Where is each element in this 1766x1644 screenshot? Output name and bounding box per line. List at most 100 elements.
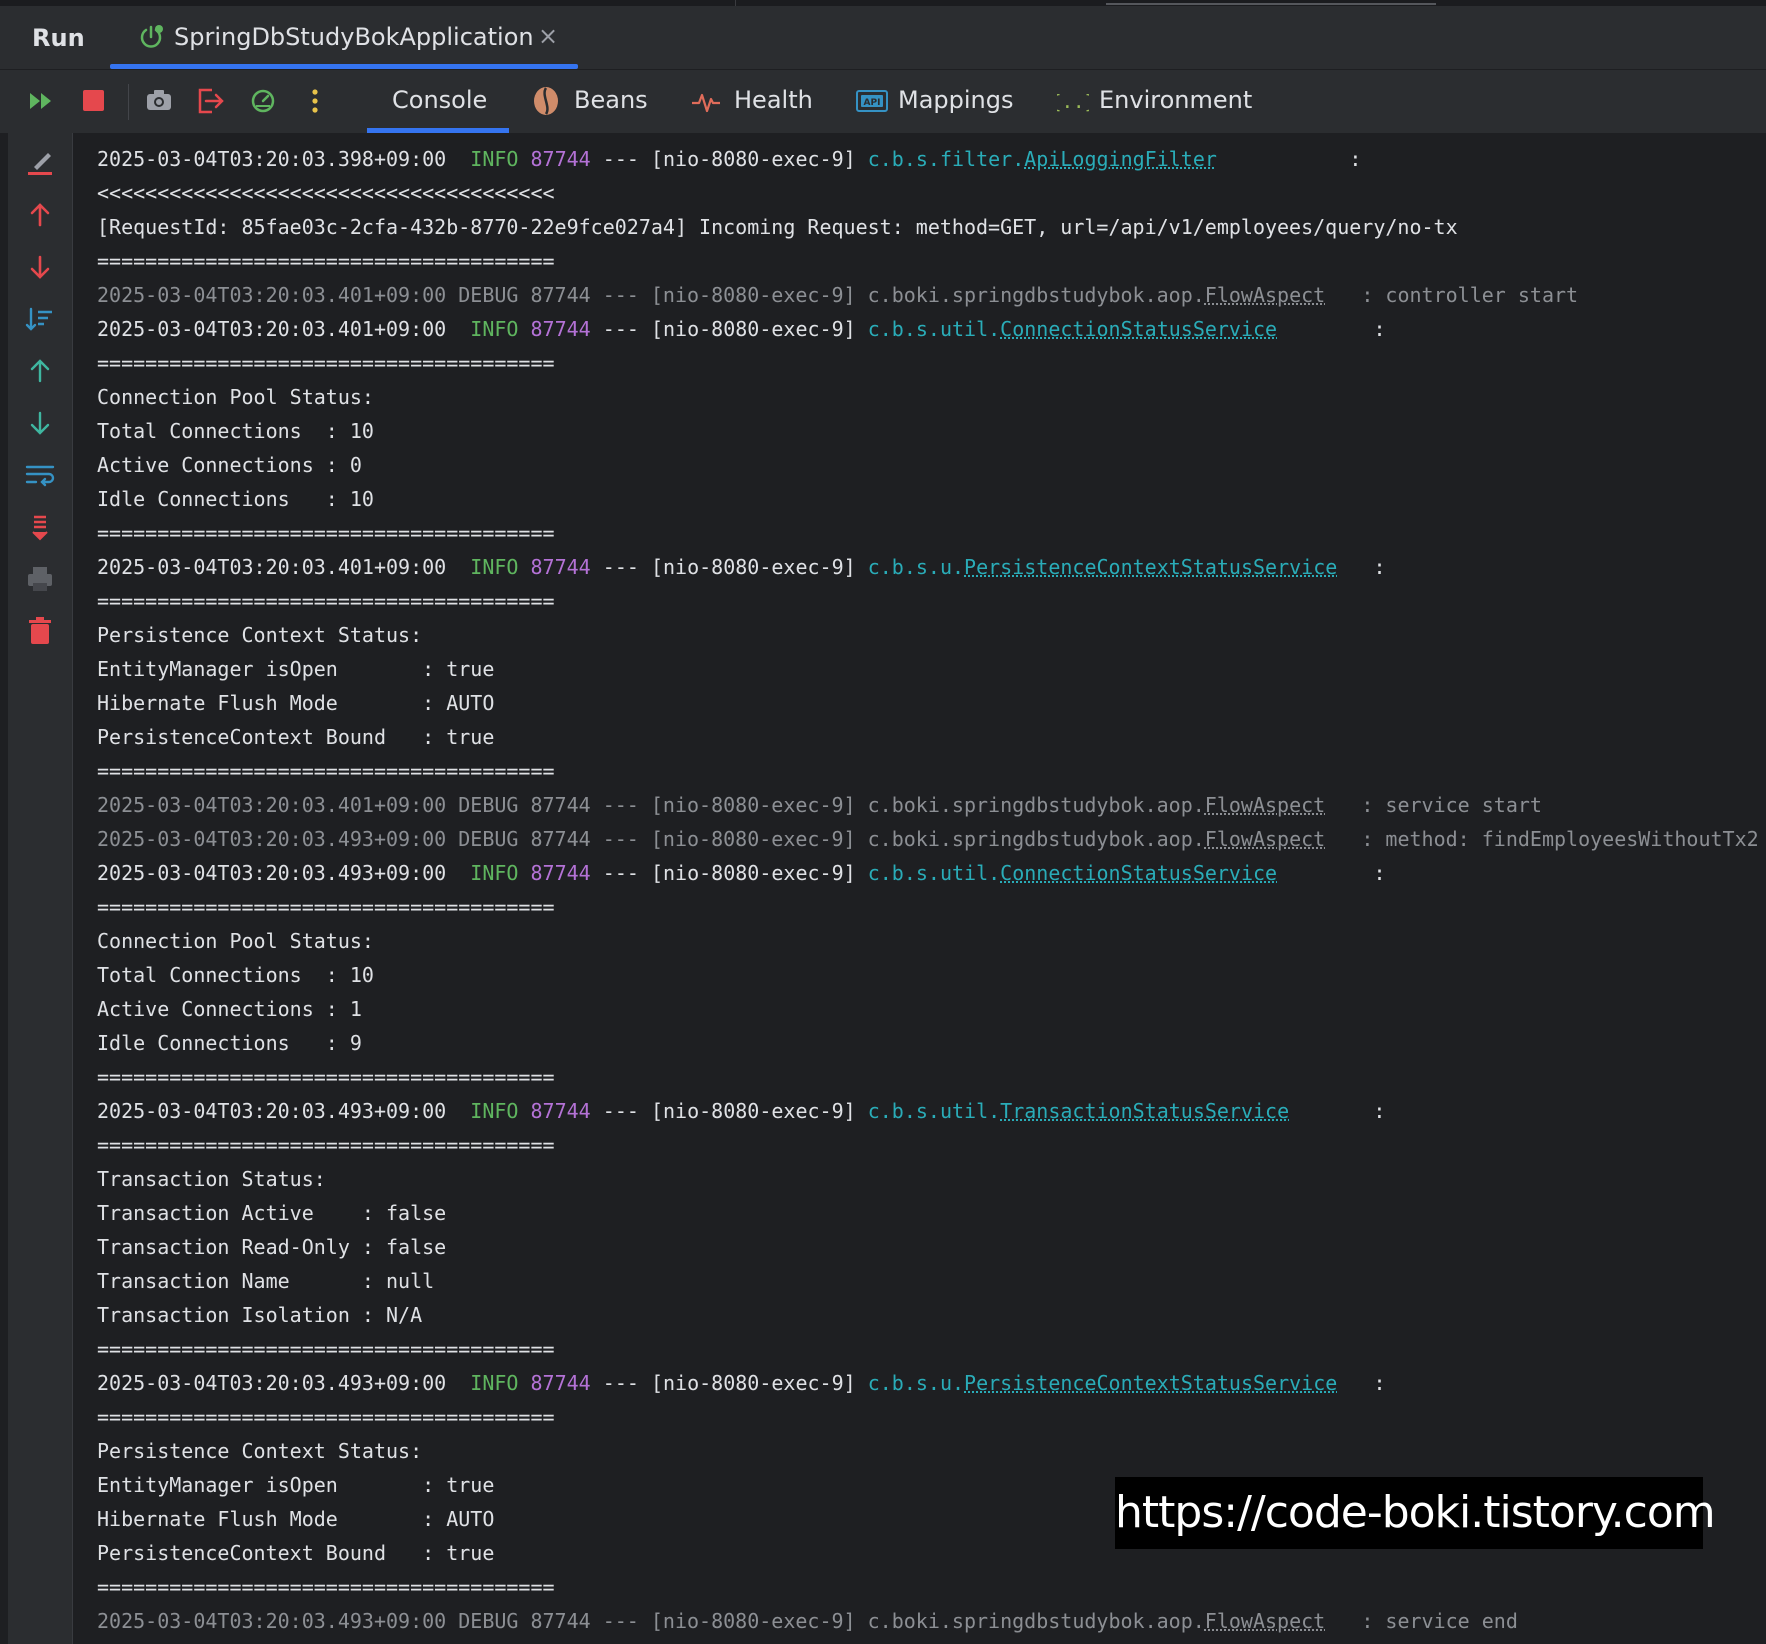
logger-class: ConnectionStatusService: [1000, 317, 1278, 341]
log-timestamp: 2025-03-04T03:20:03.401+09:00: [97, 555, 447, 579]
log-padding: [1337, 1371, 1361, 1395]
scroll-to-end-icon[interactable]: [24, 511, 56, 543]
stop-icon[interactable]: [78, 84, 112, 118]
beans-icon: [534, 87, 558, 115]
log-separator: ---: [590, 1371, 651, 1395]
console-line: Transaction Active : false: [97, 1201, 447, 1225]
performance-icon[interactable]: [246, 84, 280, 118]
logger-class: FlowAspect: [1204, 1609, 1326, 1633]
log-separator: ---: [590, 555, 651, 579]
soft-wrap-icon[interactable]: [24, 459, 56, 491]
tab-environment[interactable]: {..} Environment: [1057, 70, 1252, 133]
run-panel-title: Run: [32, 24, 85, 52]
run-tab-bar: Run SpringDbStudyBokApplication ×: [0, 6, 1766, 70]
trash-icon[interactable]: [24, 615, 56, 647]
logger-class: FlowAspect: [1204, 283, 1326, 307]
logger-package: c.b.s.u.: [867, 555, 965, 579]
console-line: ======================================: [97, 1337, 555, 1361]
console-output[interactable]: 2025-03-04T03:20:03.398+09:00 INFO 87744…: [73, 133, 1766, 1644]
log-message: :: [1361, 861, 1386, 885]
logger-class: TransactionStatusService: [1000, 1099, 1290, 1123]
console-line: 2025-03-04T03:20:03.493+09:00 DEBUG 8774…: [97, 1604, 1518, 1638]
camera-icon[interactable]: [143, 84, 177, 118]
rerun-icon[interactable]: [26, 84, 60, 118]
health-icon: [692, 93, 720, 113]
scroll-down-icon[interactable]: [24, 407, 56, 439]
console-line: Idle Connections : 10: [97, 487, 374, 511]
close-icon[interactable]: ×: [538, 22, 558, 50]
console-line: ======================================: [97, 351, 555, 375]
log-message: : service start: [1325, 793, 1542, 817]
console-line: PersistenceContext Bound : true: [97, 1541, 495, 1565]
tab-console[interactable]: Console: [367, 70, 509, 133]
logger-link[interactable]: c.b.s.util.ConnectionStatusService: [868, 317, 1277, 341]
environment-icon: {..}: [1057, 91, 1089, 113]
more-options-icon[interactable]: [298, 84, 332, 118]
console-line: 2025-03-04T03:20:03.401+09:00 DEBUG 8774…: [97, 788, 1542, 822]
log-message: :: [1361, 555, 1386, 579]
console-line: Connection Pool Status:: [97, 385, 374, 409]
clear-edit-icon[interactable]: [24, 147, 56, 179]
run-tool-window: Run SpringDbStudyBokApplication × Consol…: [0, 0, 1766, 1644]
tab-health[interactable]: Health: [690, 70, 820, 133]
running-app-icon: [140, 25, 163, 48]
log-pid: 87744: [530, 1371, 591, 1395]
console-side-toolbar: [0, 133, 73, 1644]
log-prefix: 2025-03-04T03:20:03.401+09:00 DEBUG 8774…: [97, 793, 1205, 817]
log-message: :: [1361, 1371, 1386, 1395]
tab-label: SpringDbStudyBokApplication: [174, 23, 534, 51]
tab-mappings[interactable]: API Mappings: [856, 70, 1021, 133]
logger-link[interactable]: c.b.s.filter.ApiLoggingFilter: [868, 147, 1217, 171]
tab-console-label: Console: [392, 86, 488, 114]
logger-link[interactable]: c.b.s.u.PersistenceContextStatusService: [868, 1371, 1338, 1395]
log-pid: 87744: [530, 1099, 591, 1123]
console-line: Hibernate Flush Mode : AUTO: [97, 1507, 495, 1531]
console-line: 2025-03-04T03:20:03.493+09:00 INFO 87744…: [97, 1094, 1385, 1128]
logger-link[interactable]: FlowAspect: [1205, 793, 1325, 817]
scroll-up-icon[interactable]: [24, 355, 56, 387]
logger-class: ConnectionStatusService: [1000, 861, 1278, 885]
log-timestamp: 2025-03-04T03:20:03.493+09:00: [97, 861, 447, 885]
log-message: :: [1337, 147, 1362, 171]
print-icon[interactable]: [24, 563, 56, 595]
console-line: Idle Connections : 9: [97, 1031, 362, 1055]
log-message: :: [1361, 317, 1386, 341]
tab-beans[interactable]: Beans: [530, 70, 650, 133]
arrow-down-icon[interactable]: [24, 251, 56, 283]
logger-link[interactable]: c.b.s.util.TransactionStatusService: [868, 1099, 1289, 1123]
tab-springdbstudybokapplication[interactable]: SpringDbStudyBokApplication ×: [110, 6, 578, 69]
logger-class: FlowAspect: [1204, 793, 1326, 817]
console-line: 2025-03-04T03:20:03.401+09:00 INFO 87744…: [97, 312, 1386, 346]
log-level: INFO: [470, 555, 519, 579]
svg-text:API: API: [864, 98, 881, 108]
console-line: EntityManager isOpen : true: [97, 657, 495, 681]
console-line: ======================================: [97, 521, 555, 545]
arrow-up-icon[interactable]: [24, 199, 56, 231]
sort-icon[interactable]: [24, 303, 56, 335]
log-message: : controller start: [1325, 283, 1579, 307]
console-line: 2025-03-04T03:20:03.401+09:00 INFO 87744…: [97, 550, 1386, 584]
log-pid: 87744: [530, 317, 591, 341]
exit-icon[interactable]: [194, 84, 228, 118]
log-level: INFO: [470, 1371, 519, 1395]
console-line: ======================================: [97, 1575, 555, 1599]
console-line: Active Connections : 0: [97, 453, 362, 477]
log-thread: [nio-8080-exec-9]: [650, 1099, 868, 1123]
logger-package: c.b.s.filter.: [867, 147, 1025, 171]
logger-class: FlowAspect: [1204, 827, 1326, 851]
logger-link[interactable]: FlowAspect: [1205, 827, 1325, 851]
logger-link[interactable]: FlowAspect: [1205, 283, 1325, 307]
log-pid: 87744: [530, 861, 591, 885]
log-timestamp: 2025-03-04T03:20:03.401+09:00: [97, 317, 447, 341]
logger-link[interactable]: c.b.s.util.ConnectionStatusService: [868, 861, 1277, 885]
tab-mappings-label: Mappings: [898, 86, 1014, 114]
log-padding: [1337, 555, 1361, 579]
logger-link[interactable]: FlowAspect: [1205, 1609, 1325, 1633]
console-line: EntityManager isOpen : true: [97, 1473, 495, 1497]
console-line: ======================================: [97, 1133, 555, 1157]
logger-link[interactable]: c.b.s.u.PersistenceContextStatusService: [868, 555, 1338, 579]
logger-package: c.b.s.util.: [867, 861, 1001, 885]
console-line: Transaction Name : null: [97, 1269, 435, 1293]
console-line: Transaction Status:: [97, 1167, 326, 1191]
log-timestamp: 2025-03-04T03:20:03.493+09:00: [97, 1099, 447, 1123]
